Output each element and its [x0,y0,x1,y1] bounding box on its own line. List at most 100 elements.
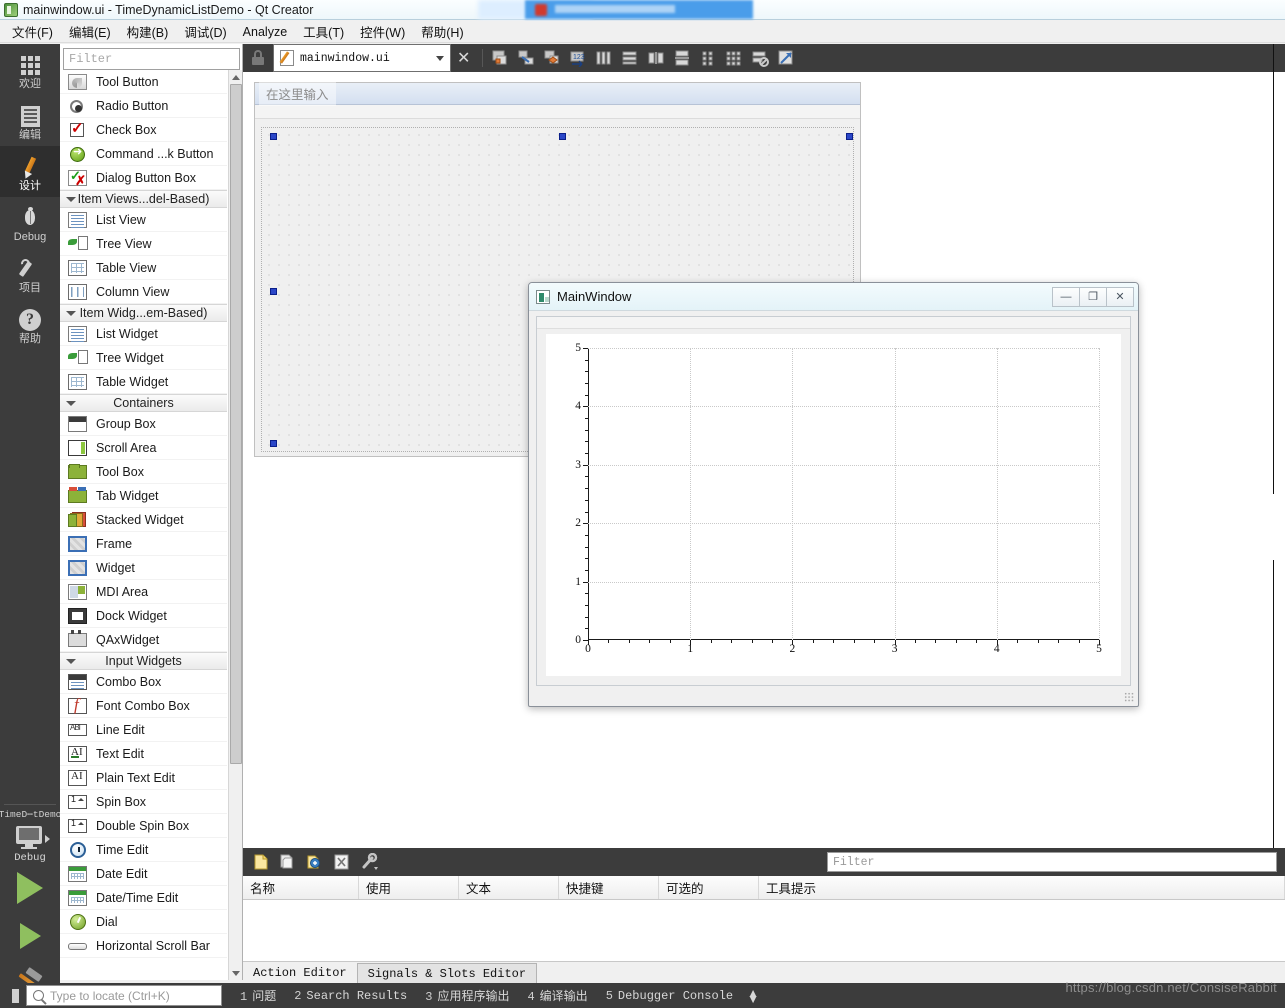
minimize-button[interactable]: — [1052,286,1080,307]
layout-vertically-splitter-icon[interactable] [671,47,693,69]
form-menu-bar[interactable]: 在这里输入 [255,81,860,106]
menu-edit[interactable]: 编辑(E) [61,20,119,43]
widget-box-item-time-edit[interactable]: Time Edit [60,838,227,862]
mode-welcome[interactable]: 欢迎 [0,44,60,95]
action-column-header[interactable]: 快捷键 [559,876,659,899]
scroll-down-icon[interactable] [229,966,242,980]
output-tab-2[interactable]: 2 Search Results [294,989,407,1003]
widget-box-item-stacked-widget[interactable]: Stacked Widget [60,508,227,532]
output-tab-1[interactable]: 1 问题 [240,987,276,1004]
widget-box-item-command-k-button[interactable]: Command ...k Button [60,142,227,166]
edit-buddies-icon[interactable] [541,47,563,69]
resize-handle-top-right[interactable] [846,133,853,140]
action-editor-rows[interactable] [243,900,1285,960]
edit-widgets-icon[interactable] [489,47,511,69]
resize-handle-bottom-left[interactable] [270,440,277,447]
widget-box-category[interactable]: Input Widgets [60,652,227,670]
close-document-button[interactable]: ✕ [457,48,470,68]
menu-file[interactable]: 文件(F) [4,20,61,43]
widget-box-item-tab-widget[interactable]: Tab Widget [60,484,227,508]
adjust-size-icon[interactable] [775,47,797,69]
widget-box-item-table-view[interactable]: Table View [60,256,227,280]
widget-box-category[interactable]: Item Views...del-Based) [60,190,227,208]
resize-handle-top-left[interactable] [270,133,277,140]
widget-box-item-tool-button[interactable]: Tool Button [60,70,227,94]
widget-box-item-combo-box[interactable]: Combo Box [60,670,227,694]
widget-box-item-dock-widget[interactable]: Dock Widget [60,604,227,628]
widget-box-item-group-box[interactable]: Group Box [60,412,227,436]
action-column-header[interactable]: 工具提示 [759,876,1285,899]
layout-in-form-icon[interactable] [697,47,719,69]
output-tab-4[interactable]: 4 编译输出 [527,987,587,1004]
widget-box-item-table-widget[interactable]: Table Widget [60,370,227,394]
mode-help[interactable]: ? 帮助 [0,299,60,350]
widget-box-item-frame[interactable]: Frame [60,532,227,556]
kit-selector[interactable]: TimeD⋯tDemo Debug [0,804,61,1008]
widget-box-category[interactable]: Item Widg...em-Based) [60,304,227,322]
resize-handle-top-center[interactable] [559,133,566,140]
chart-widget[interactable]: 0 1 2 3 4 5 0 1 2 3 4 5 [546,334,1121,676]
copy-action-icon[interactable] [276,850,300,874]
maximize-button[interactable]: ❐ [1079,286,1107,307]
menu-tools[interactable]: 工具(T) [295,20,352,43]
chevron-down-icon[interactable] [436,55,444,61]
widget-box-item-list-view[interactable]: List View [60,208,227,232]
widget-box-item-scroll-area[interactable]: Scroll Area [60,436,227,460]
mode-edit[interactable]: 编辑 [0,95,60,146]
layout-horizontally-icon[interactable] [593,47,615,69]
menu-debug[interactable]: 调试(D) [176,20,234,43]
open-file-combo[interactable]: mainwindow.ui [273,44,451,72]
layout-vertically-icon[interactable] [619,47,641,69]
action-column-header[interactable]: 文本 [459,876,559,899]
menu-help[interactable]: 帮助(H) [413,20,471,43]
widget-box-list[interactable]: Tool Button Radio Button Check Box Command … [60,70,242,980]
preview-title-bar[interactable]: MainWindow — ❐ ✕ [529,283,1138,311]
run-button[interactable] [0,864,60,912]
output-tab-3[interactable]: 3 应用程序输出 [425,987,509,1004]
locator-input[interactable]: Type to locate (Ctrl+K) [26,985,222,1006]
layout-horizontally-splitter-icon[interactable] [645,47,667,69]
widget-box-item-tree-widget[interactable]: Tree Widget [60,346,227,370]
widget-box-item-double-spin-box[interactable]: Double Spin Box [60,814,227,838]
layout-grid-icon[interactable] [723,47,745,69]
widget-box-item-list-widget[interactable]: List Widget [60,322,227,346]
widget-box-category[interactable]: Containers [60,394,227,412]
widget-box-item-tree-view[interactable]: Tree View [60,232,227,256]
debug-button[interactable] [0,912,60,960]
resize-handle-middle-left[interactable] [270,288,277,295]
widget-box-filter[interactable]: Filter [63,48,240,70]
preview-window[interactable]: MainWindow — ❐ ✕ 0 1 2 3 4 5 0 1 2 3 4 5 [528,282,1139,707]
action-column-header[interactable]: 使用 [359,876,459,899]
widget-box-item-horizontal-scroll-bar[interactable]: Horizontal Scroll Bar [60,934,227,958]
widget-box-item-mdi-area[interactable]: MDI Area [60,580,227,604]
form-menubar-placeholder[interactable]: 在这里输入 [259,81,336,106]
close-button[interactable]: ✕ [1106,286,1134,307]
widget-box-item-widget[interactable]: Widget [60,556,227,580]
edit-action-icon[interactable] [303,850,327,874]
menu-window[interactable]: 控件(W) [352,20,413,43]
toggle-sidebar-icon[interactable] [0,983,26,1008]
mode-design[interactable]: 设计 [0,146,60,197]
action-editor-filter[interactable]: Filter [827,852,1277,872]
widget-box-item-radio-button[interactable]: Radio Button [60,94,227,118]
widget-box-item-qaxwidget[interactable]: QAxWidget [60,628,227,652]
output-tab-5[interactable]: 5 Debugger Console [606,989,733,1003]
widget-box-item-date-time-edit[interactable]: Date/Time Edit [60,886,227,910]
widget-box-scrollbar[interactable] [228,70,242,980]
edit-signals-slots-icon[interactable] [515,47,537,69]
lock-icon[interactable] [249,49,267,67]
new-action-icon[interactable] [249,850,273,874]
tab-signals-slots-editor[interactable]: Signals & Slots Editor [356,963,538,983]
mode-debug[interactable]: Debug [0,197,60,248]
widget-box-item-dialog-button-box[interactable]: ✓ ✗ Dialog Button Box [60,166,227,190]
widget-box-item-text-edit[interactable]: Text Edit [60,742,227,766]
action-column-header[interactable]: 名称 [243,876,359,899]
widget-box-item-spin-box[interactable]: Spin Box [60,790,227,814]
widget-box-item-tool-box[interactable]: Tool Box [60,460,227,484]
widget-box-item-line-edit[interactable]: Line Edit [60,718,227,742]
delete-action-icon[interactable] [330,850,354,874]
output-pane-toggle[interactable]: ▲ ▼ [747,987,759,1005]
action-column-header[interactable]: 可选的 [659,876,759,899]
widget-box-item-plain-text-edit[interactable]: Plain Text Edit [60,766,227,790]
break-layout-icon[interactable] [749,47,771,69]
